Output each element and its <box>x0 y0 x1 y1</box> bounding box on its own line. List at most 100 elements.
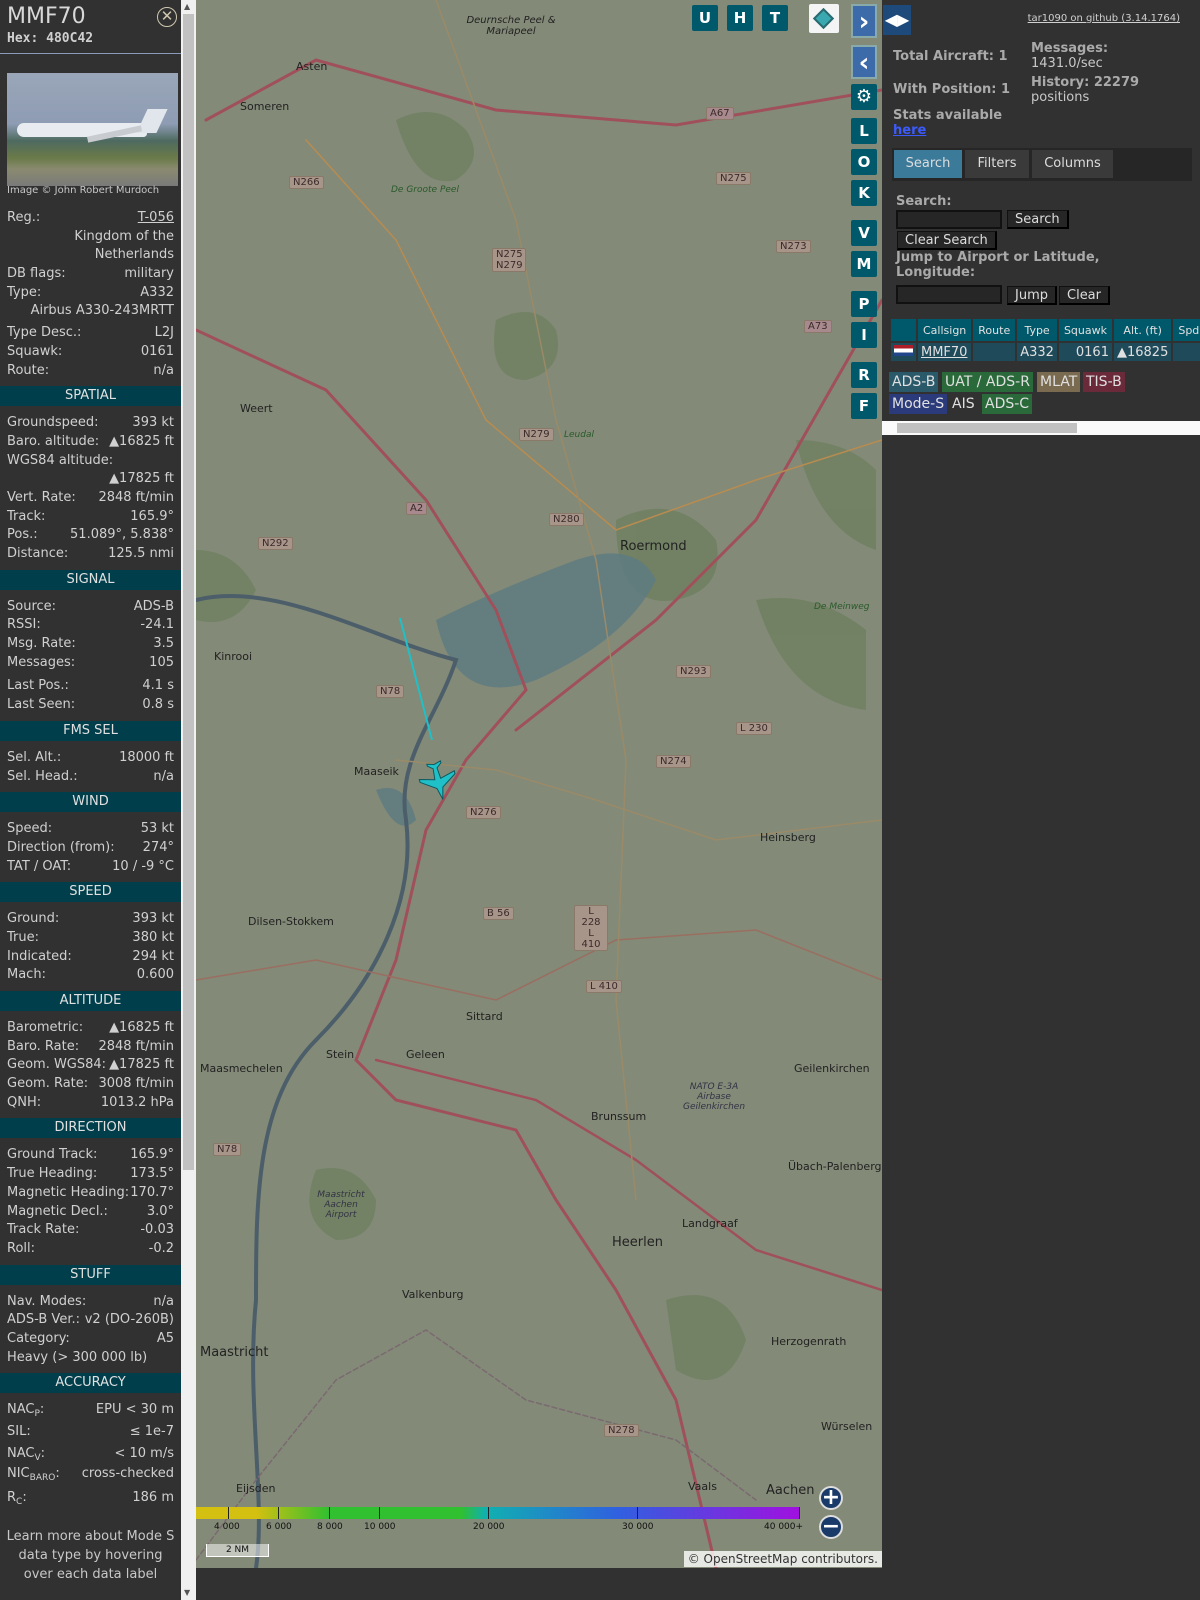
tab-search[interactable]: Search <box>894 150 962 178</box>
detail-row: Messages: 105 <box>0 654 181 673</box>
detail-row: Ground Track: 165.9° <box>0 1146 181 1165</box>
label: Mach: <box>7 967 46 983</box>
left-panel-scrollbar[interactable]: ▲ ▼ <box>181 0 196 1600</box>
value: ▲17825 ft <box>109 471 174 487</box>
country: Kingdom of the <box>74 228 174 244</box>
value: 294 kt <box>132 948 174 964</box>
stats-link[interactable]: here <box>893 123 926 138</box>
gear-icon[interactable]: ⚙ <box>851 84 877 110</box>
column-header-altitude[interactable]: Alt. (ft) <box>1113 319 1172 341</box>
map-button-m[interactable]: M <box>851 251 877 277</box>
map-button-i[interactable]: I <box>851 322 877 348</box>
scale-bar: 2 NM <box>206 1544 269 1557</box>
value: 10 / -9 °C <box>112 858 174 874</box>
history-unit: positions <box>1031 90 1090 105</box>
map-button-t[interactable]: T <box>762 5 788 31</box>
column-header-callsign[interactable]: Callsign <box>918 319 972 341</box>
map-button-l[interactable]: L <box>851 118 877 144</box>
value: cross-checked <box>81 1466 174 1482</box>
place-label: Herzogenrath <box>771 1335 847 1348</box>
column-header-squawk[interactable]: Squawk <box>1058 319 1112 341</box>
map-button-p[interactable]: P <box>851 291 877 317</box>
map-button-r[interactable]: R <box>851 362 877 388</box>
road-shield: L 228 L 410 <box>574 905 608 951</box>
detail-row: Magnetic Decl.: 3.0° <box>0 1203 181 1222</box>
map-button-v[interactable]: V <box>851 220 877 246</box>
map[interactable]: Asten Someren Weert Kinrooi Maaseik Roer… <box>196 0 882 1568</box>
jump-button[interactable]: Jump <box>1007 286 1057 305</box>
column-header-route[interactable]: Route <box>973 319 1016 341</box>
label: Nav. Modes: <box>7 1293 87 1309</box>
detail-row: QNH: 1013.2 hPa <box>0 1094 181 1113</box>
detail-row: Track Rate: -0.03 <box>0 1221 181 1240</box>
place-label: Maastricht <box>200 1345 269 1360</box>
osm-link[interactable]: OpenStreetMap <box>704 1552 798 1566</box>
section-header-spatial: SPATIAL <box>0 386 181 407</box>
sidebar-toggle-icon[interactable]: ◀▶ <box>883 5 911 35</box>
value: ▲16825 ft <box>109 433 174 449</box>
tab-columns[interactable]: Columns <box>1032 150 1113 178</box>
detail-row: Indicated: 294 kt <box>0 948 181 967</box>
value: 2848 ft/min <box>98 489 174 505</box>
map-button-k[interactable]: K <box>851 180 877 206</box>
zoom-out-button[interactable]: − <box>819 1515 843 1539</box>
label: Source: <box>7 598 57 614</box>
label: Ground Track: <box>7 1147 98 1163</box>
chevron-left-icon[interactable]: ‹ <box>851 45 877 79</box>
close-icon[interactable]: ✕ <box>157 7 177 27</box>
map-button-f[interactable]: F <box>851 393 877 419</box>
detail-row: Track: 165.9° <box>0 508 181 527</box>
callsign-cell[interactable]: MMF70 <box>918 343 972 361</box>
value: EPU < 30 m <box>95 1402 174 1418</box>
tab-filters[interactable]: Filters <box>965 150 1029 178</box>
value: 165.9° <box>130 1147 174 1163</box>
legend-tick: 30 000 <box>622 1522 654 1532</box>
detail-row: Distance: 125.5 nmi <box>0 545 181 564</box>
layers-icon[interactable] <box>809 4 839 33</box>
aircraft-callsign: MMF70 <box>7 4 86 29</box>
source-adsb: ADS-B <box>889 372 939 392</box>
place-label: Maastricht Aachen Airport <box>317 1190 365 1220</box>
road-shield: A67 <box>706 107 734 120</box>
map-button-h[interactable]: H <box>727 5 753 31</box>
altitude-color-legend <box>196 1507 799 1519</box>
route-cell <box>973 343 1016 361</box>
total-aircraft: Total Aircraft: 1 <box>893 49 1008 64</box>
detail-row: True: 380 kt <box>0 929 181 948</box>
registration-link[interactable]: T-056 <box>138 209 174 228</box>
aircraft-photo[interactable] <box>7 73 178 186</box>
table-row[interactable]: MMF70 A332 0161 ▲16825 <box>891 343 1200 361</box>
jump-input[interactable] <box>896 285 1002 304</box>
github-link[interactable]: tar1090 on github (3.14.1764) <box>1028 13 1180 24</box>
column-header-type[interactable]: Type <box>1017 319 1057 341</box>
place-label: Würselen <box>821 1420 873 1433</box>
zoom-in-button[interactable]: + <box>819 1486 843 1510</box>
label: Squawk: <box>7 343 63 359</box>
place-label: Asten <box>296 60 328 73</box>
map-button-o[interactable]: O <box>851 149 877 175</box>
divider <box>0 53 181 54</box>
sidebar: ◀▶ tar1090 on github (3.14.1764) Total A… <box>882 0 1200 1600</box>
place-label: Vaals <box>688 1480 717 1493</box>
history-count: History: 22279 <box>1031 75 1140 90</box>
legend-tick: 8 000 <box>317 1522 343 1532</box>
road-shield: N275 N279 <box>492 248 526 272</box>
column-header-speed[interactable]: Spd <box>1173 319 1200 341</box>
section-header: ACCURACY <box>0 1373 181 1394</box>
detail-row: Barometric: ▲16825 ft <box>0 1019 181 1038</box>
search-input[interactable] <box>896 210 1002 229</box>
column-header-flag[interactable] <box>891 319 916 341</box>
table-horizontal-scrollbar[interactable] <box>882 421 1200 435</box>
search-button[interactable]: Search <box>1007 210 1069 229</box>
clear-button[interactable]: Clear <box>1059 286 1110 305</box>
place-label: Dilsen-Stokkem <box>248 915 334 928</box>
detail-row: True Heading: 173.5° <box>0 1165 181 1184</box>
map-button-u[interactable]: U <box>692 5 718 31</box>
clear-search-button[interactable]: Clear Search <box>897 231 997 250</box>
chevron-right-icon[interactable]: › <box>851 4 877 38</box>
label: Type Desc.: <box>7 325 82 341</box>
place-label: Valkenburg <box>402 1288 464 1301</box>
value: A5 <box>156 1330 174 1346</box>
value: 274° <box>142 839 174 855</box>
label: Track Rate: <box>7 1222 80 1238</box>
